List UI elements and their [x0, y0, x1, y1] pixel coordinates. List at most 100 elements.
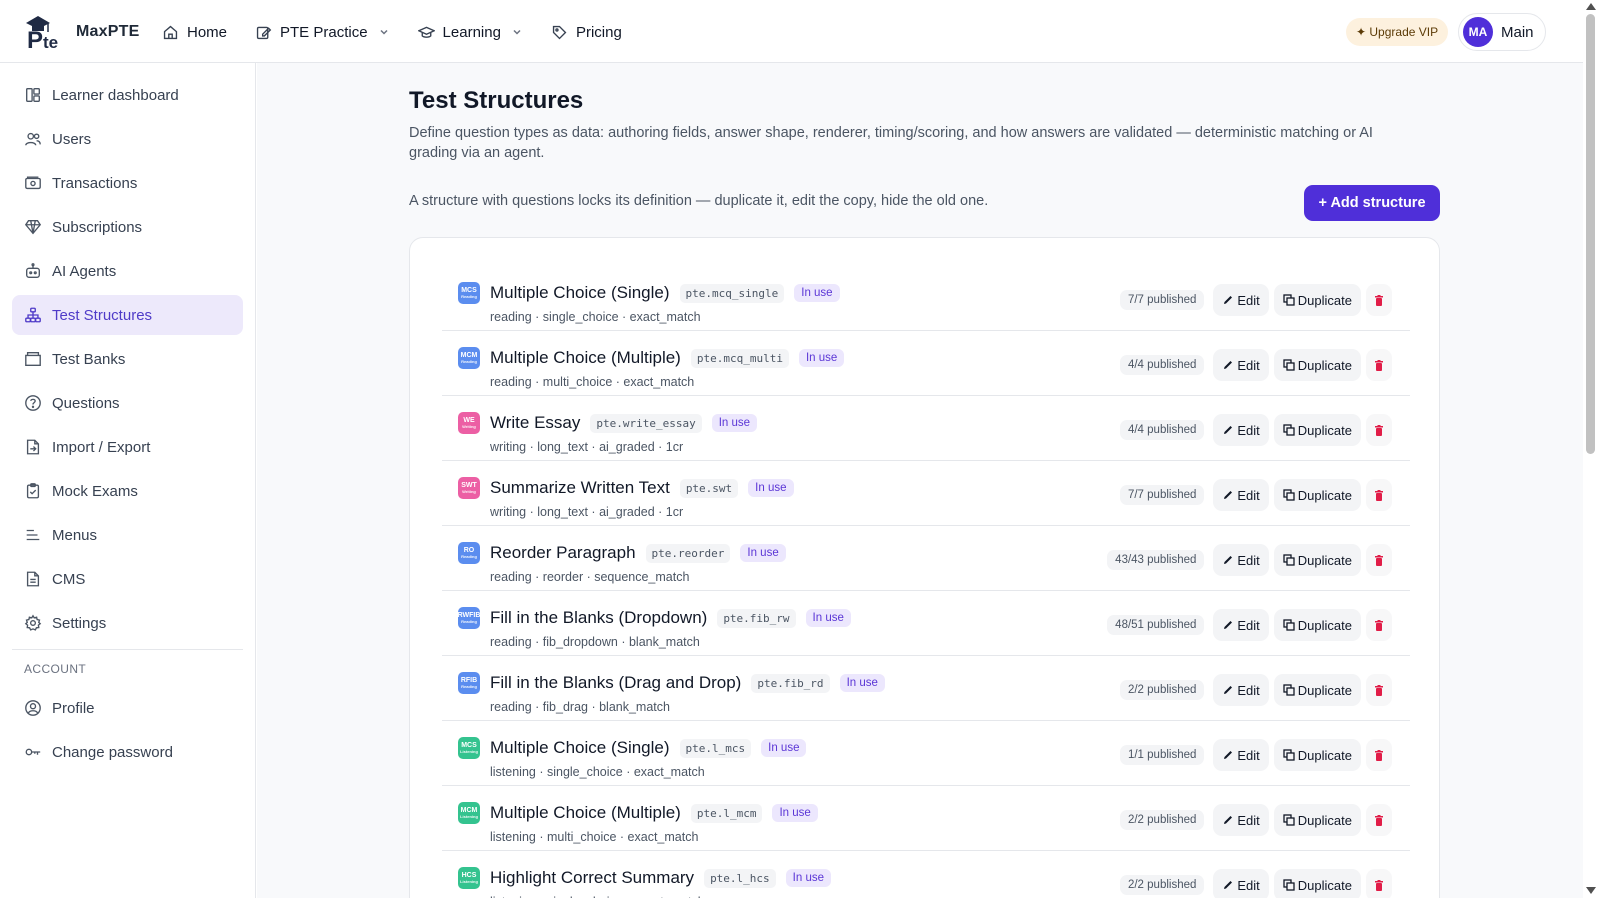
sidebar-item-label: CMS [52, 570, 86, 588]
structure-actions: 1/1 published Edit Duplicate [1119, 739, 1392, 771]
gear-icon [24, 614, 42, 631]
pencil-icon [1224, 426, 1233, 434]
duplicate-button[interactable]: Duplicate [1273, 544, 1361, 576]
copy-icon [1283, 359, 1295, 371]
trash-icon [1375, 424, 1383, 436]
add-structure-button[interactable]: + Add structure [1304, 185, 1440, 221]
clipboard-icon [26, 483, 40, 499]
structure-actions: 4/4 published Edit Duplicate [1119, 414, 1392, 446]
structure-actions: 48/51 published Edit Duplicate [1107, 609, 1392, 641]
edit-button[interactable]: Edit [1213, 284, 1269, 316]
structure-type-icon: SWT Writing [458, 477, 480, 499]
structure-row[interactable]: RO Reading Reorder Paragraph pte.reorder In … [442, 526, 1410, 591]
sidebar-item-settings[interactable]: Settings [12, 603, 243, 643]
pencil-icon [1224, 816, 1233, 824]
delete-button[interactable] [1366, 739, 1392, 771]
in-use-badge: In use [794, 284, 840, 302]
folder-icon [25, 352, 41, 366]
edit-button[interactable]: Edit [1213, 544, 1269, 576]
structure-title-line: Write Essay pte.write_essay In use [490, 413, 758, 433]
pencil-icon [1224, 361, 1233, 369]
scroll-up-icon[interactable] [1586, 3, 1596, 10]
structures-card: MCS Reading Multiple Choice (Single) pte.mc… [409, 237, 1440, 898]
nav-pricing[interactable]: Pricing [551, 20, 622, 44]
sidebar-item-learner-dashboard[interactable]: Learner dashboard [12, 75, 243, 115]
structure-name: Multiple Choice (Multiple) [490, 803, 681, 822]
structure-name: Write Essay [490, 413, 581, 432]
structure-row[interactable]: WE Writing Write Essay pte.write_essay In us… [442, 396, 1410, 461]
edit-button[interactable]: Edit [1213, 739, 1269, 771]
edit-button[interactable]: Edit [1213, 609, 1269, 641]
upgrade-vip-button[interactable]: ✦ Upgrade VIP [1346, 18, 1449, 46]
sidebar-item-import-export[interactable]: Import / Export [12, 427, 243, 467]
structure-row[interactable]: RWFIB Reading Fill in the Blanks (Dropdown… [442, 591, 1410, 656]
sidebar-item-menus[interactable]: Menus [12, 515, 243, 555]
svg-text:P: P [27, 27, 43, 50]
trash-icon [1375, 554, 1383, 566]
duplicate-button[interactable]: Duplicate [1273, 609, 1361, 641]
structure-row[interactable]: HCS Listening Highlight Correct Summary pte… [442, 851, 1410, 898]
delete-button[interactable] [1366, 804, 1392, 836]
delete-button[interactable] [1366, 414, 1392, 446]
sidebar-item-ai-agents[interactable]: AI Agents [12, 251, 243, 291]
scroll-thumb[interactable] [1586, 14, 1595, 454]
structure-row[interactable]: MCS Listening Multiple Choice (Single) pte.… [442, 721, 1410, 786]
structure-row[interactable]: MCM Listening Multiple Choice (Multiple) pt… [442, 786, 1410, 851]
delete-button[interactable] [1366, 869, 1392, 898]
duplicate-button[interactable]: Duplicate [1273, 349, 1361, 381]
edit-button[interactable]: Edit [1213, 869, 1269, 898]
structure-row[interactable]: MCS Reading Multiple Choice (Single) pte.mc… [442, 266, 1410, 331]
duplicate-button[interactable]: Duplicate [1273, 479, 1361, 511]
delete-button[interactable] [1366, 609, 1392, 641]
nav-learning[interactable]: Learning [417, 20, 523, 44]
edit-button[interactable]: Edit [1213, 349, 1269, 381]
sidebar-item-users[interactable]: Users [12, 119, 243, 159]
brand-logo[interactable]: P te MaxPTE [24, 14, 139, 54]
structure-row[interactable]: MCM Reading Multiple Choice (Multiple) pte.… [442, 331, 1410, 396]
structure-title-line: Multiple Choice (Single) pte.l_mcs In use [490, 738, 807, 758]
edit-button[interactable]: Edit [1213, 674, 1269, 706]
delete-button[interactable] [1366, 284, 1392, 316]
structure-type-icon-sub: Reading [461, 294, 477, 299]
duplicate-button[interactable]: Duplicate [1273, 739, 1361, 771]
delete-button[interactable] [1366, 544, 1392, 576]
structure-title-line: Multiple Choice (Multiple) pte.mcq_multi I… [490, 348, 845, 368]
sidebar-item-cms[interactable]: CMS [12, 559, 243, 599]
duplicate-button[interactable]: Duplicate [1273, 869, 1361, 898]
structure-type-icon-sub: Reading [461, 359, 477, 364]
duplicate-button-label: Duplicate [1297, 487, 1352, 503]
structure-row[interactable]: SWT Writing Summarize Written Text pte.swt I… [442, 461, 1410, 526]
structure-type-icon: MCM Listening [458, 802, 480, 824]
user-menu[interactable]: MA Main [1458, 13, 1546, 51]
nav-pte-practice[interactable]: PTE Practice [255, 20, 390, 44]
sidebar-item-change-password[interactable]: Change password [12, 732, 243, 772]
user-name: Main [1501, 23, 1534, 41]
structure-type-icon-sub: Reading [461, 684, 477, 689]
duplicate-button[interactable]: Duplicate [1273, 414, 1361, 446]
page-scrollbar[interactable] [1583, 0, 1598, 898]
sidebar-item-subscriptions[interactable]: Subscriptions [12, 207, 243, 247]
delete-button[interactable] [1366, 479, 1392, 511]
scroll-down-icon[interactable] [1586, 887, 1596, 894]
in-use-badge: In use [740, 544, 786, 562]
sidebar-item-test-banks[interactable]: Test Banks [12, 339, 243, 379]
sidebar-item-test-structures[interactable]: Test Structures [12, 295, 243, 335]
duplicate-button[interactable]: Duplicate [1273, 674, 1361, 706]
sidebar-item-transactions[interactable]: Transactions [12, 163, 243, 203]
edit-button[interactable]: Edit [1213, 479, 1269, 511]
edit-button-label: Edit [1237, 812, 1260, 828]
published-count-badge: 4/4 published [1119, 355, 1205, 375]
edit-button[interactable]: Edit [1213, 804, 1269, 836]
users-icon [25, 132, 41, 146]
nav-home[interactable]: Home [162, 20, 227, 44]
sidebar-item-questions[interactable]: Questions [12, 383, 243, 423]
sidebar-item-profile[interactable]: Profile [12, 688, 243, 728]
duplicate-button[interactable]: Duplicate [1273, 804, 1361, 836]
structure-row[interactable]: RFIB Reading Fill in the Blanks (Drag and … [442, 656, 1410, 721]
delete-button[interactable] [1366, 674, 1392, 706]
sidebar-item-mock-exams[interactable]: Mock Exams [12, 471, 243, 511]
edit-button[interactable]: Edit [1213, 414, 1269, 446]
import-icon [26, 439, 40, 455]
delete-button[interactable] [1366, 349, 1392, 381]
duplicate-button[interactable]: Duplicate [1273, 284, 1361, 316]
